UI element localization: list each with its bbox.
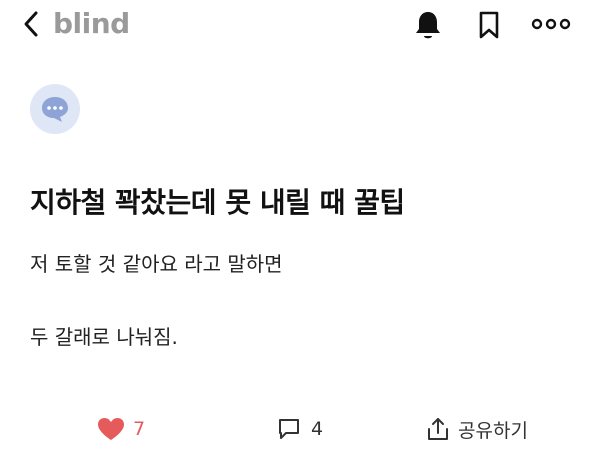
like-count: 7 xyxy=(133,418,146,440)
comment-icon xyxy=(279,419,299,439)
like-button[interactable]: 7 xyxy=(97,414,145,444)
post-title: 지하철 꽉찼는데 못 내릴 때 꿀팁 xyxy=(30,186,405,219)
chat-bubble-icon xyxy=(42,97,68,122)
share-icon xyxy=(428,418,448,440)
share-label: 공유하기 xyxy=(458,419,528,442)
post-body-line: 두 갈래로 나눠짐. xyxy=(30,325,178,349)
top-navigation-bar: blind xyxy=(0,0,600,50)
comment-count: 4 xyxy=(311,418,324,440)
brand-logo[interactable]: blind xyxy=(53,4,130,44)
back-icon[interactable] xyxy=(22,10,40,38)
more-icon[interactable] xyxy=(531,14,571,34)
post-body-line: 저 토할 것 같아요 라고 말하면 xyxy=(30,252,283,276)
bell-icon[interactable] xyxy=(414,9,442,41)
author-avatar[interactable] xyxy=(30,84,80,134)
heart-icon xyxy=(98,418,124,440)
bookmark-icon[interactable] xyxy=(477,10,501,40)
share-button[interactable]: 공유하기 xyxy=(426,414,528,444)
post-action-bar: 7 4 공유하기 xyxy=(0,404,600,454)
comment-button[interactable]: 4 xyxy=(277,414,323,444)
